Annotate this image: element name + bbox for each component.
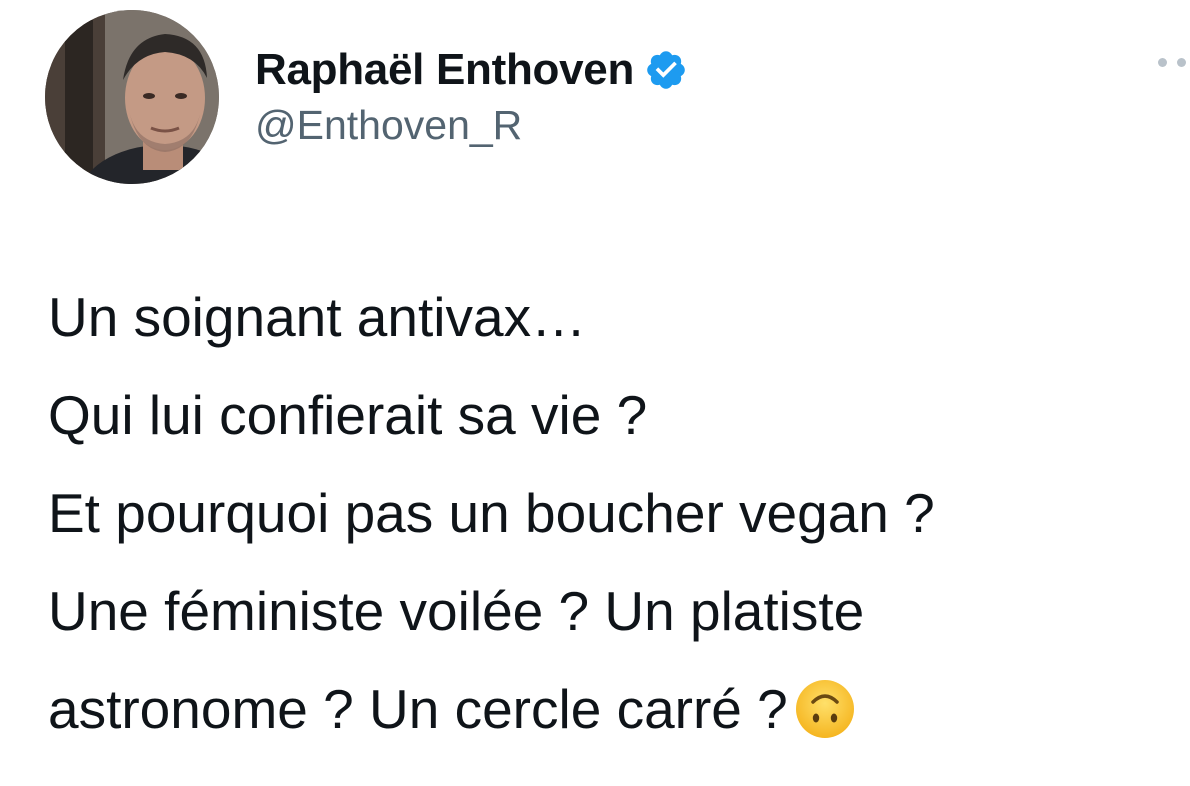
verified-badge-icon (644, 48, 688, 92)
avatar[interactable] (45, 10, 219, 184)
display-name[interactable]: Raphaël Enthoven (255, 45, 634, 95)
author-row: Raphaël Enthoven (255, 40, 688, 100)
more-dot (1158, 58, 1167, 67)
upside-down-face-icon (794, 672, 856, 738)
tweet-text: Un soignant antivax… Qui lui confierait … (48, 268, 1190, 758)
tweet-line: Et pourquoi pas un boucher vegan ? (48, 482, 935, 544)
author-handle[interactable]: @Enthoven_R (255, 102, 522, 149)
tweet-line: Une féministe voilée ? Un platiste (48, 580, 865, 642)
more-dot (1177, 58, 1186, 67)
tweet-line-text: astronome ? Un cercle carré ? (48, 678, 788, 740)
tweet-line: Qui lui confierait sa vie ? (48, 384, 648, 446)
tweet-line: Un soignant antivax… (48, 286, 587, 348)
tweet-line-last: astronome ? Un cercle carré ? (48, 660, 1190, 758)
avatar-photo (45, 10, 219, 184)
more-options-icon[interactable] (1158, 58, 1186, 67)
